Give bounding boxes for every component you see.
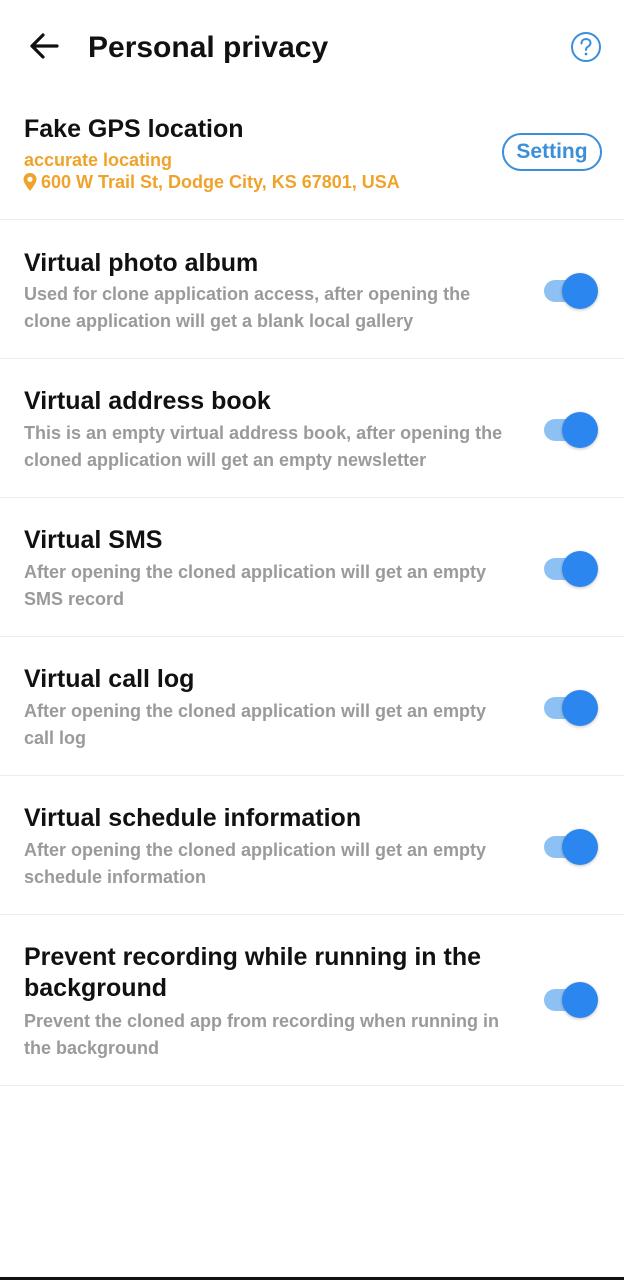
- location-pin-icon: [23, 173, 37, 191]
- sms-toggle[interactable]: [542, 551, 598, 587]
- gps-address-row: 600 W Trail St, Dodge City, KS 67801, US…: [22, 171, 400, 193]
- toggle-knob: [562, 551, 598, 587]
- gps-address: 600 W Trail St, Dodge City, KS 67801, US…: [41, 172, 400, 192]
- row-description: Used for clone application access, after…: [24, 284, 471, 331]
- toggle-knob: [562, 412, 598, 448]
- toggle-row-sms: Virtual SMS After opening the cloned app…: [0, 498, 624, 637]
- help-button[interactable]: [570, 31, 602, 63]
- back-button[interactable]: [26, 28, 62, 64]
- page-title: Personal privacy: [88, 31, 329, 64]
- row-description: Prevent the cloned app from recording wh…: [24, 1011, 500, 1058]
- row-title: Prevent recording while running in the b…: [24, 943, 481, 1002]
- header-bar: Personal privacy: [0, 0, 624, 96]
- toggle-knob: [562, 273, 598, 309]
- toggle-row-schedule: Virtual schedule information After openi…: [0, 776, 624, 915]
- toggle-knob: [562, 982, 598, 1018]
- personal-privacy-screen: Personal privacy Fake GPS location accur…: [0, 0, 624, 1280]
- toggle-row-photo-album: Virtual photo album Used for clone appli…: [0, 221, 624, 359]
- row-description: After opening the cloned application wil…: [24, 701, 487, 748]
- toggle-row-address-book: Virtual address book This is an empty vi…: [0, 359, 624, 498]
- schedule-toggle[interactable]: [542, 829, 598, 865]
- address-book-toggle[interactable]: [542, 412, 598, 448]
- fake-gps-title: Fake GPS location: [24, 115, 244, 143]
- call-log-toggle[interactable]: [542, 690, 598, 726]
- toggle-row-prevent-recording: Prevent recording while running in the b…: [0, 915, 624, 1086]
- toggle-row-call-log: Virtual call log After opening the clone…: [0, 637, 624, 776]
- toggle-knob: [562, 690, 598, 726]
- gps-mode-label: accurate locating: [24, 150, 173, 170]
- row-description: After opening the cloned application wil…: [24, 840, 487, 887]
- row-description: After opening the cloned application wil…: [24, 562, 487, 609]
- arrow-left-icon: [30, 33, 59, 59]
- row-title: Virtual SMS: [24, 526, 163, 554]
- question-circle-icon: [571, 32, 601, 62]
- prevent-recording-toggle[interactable]: [542, 982, 598, 1018]
- toggle-knob: [562, 829, 598, 865]
- photo-album-toggle[interactable]: [542, 273, 598, 309]
- row-title: Virtual address book: [24, 387, 271, 415]
- setting-button[interactable]: Setting: [502, 133, 602, 171]
- fake-gps-section: Fake GPS location accurate locating 600 …: [0, 100, 624, 220]
- row-title: Virtual schedule information: [24, 804, 362, 832]
- row-title: Virtual call log: [24, 665, 195, 693]
- row-title: Virtual photo album: [24, 249, 259, 277]
- row-description: This is an empty virtual address book, a…: [24, 423, 503, 470]
